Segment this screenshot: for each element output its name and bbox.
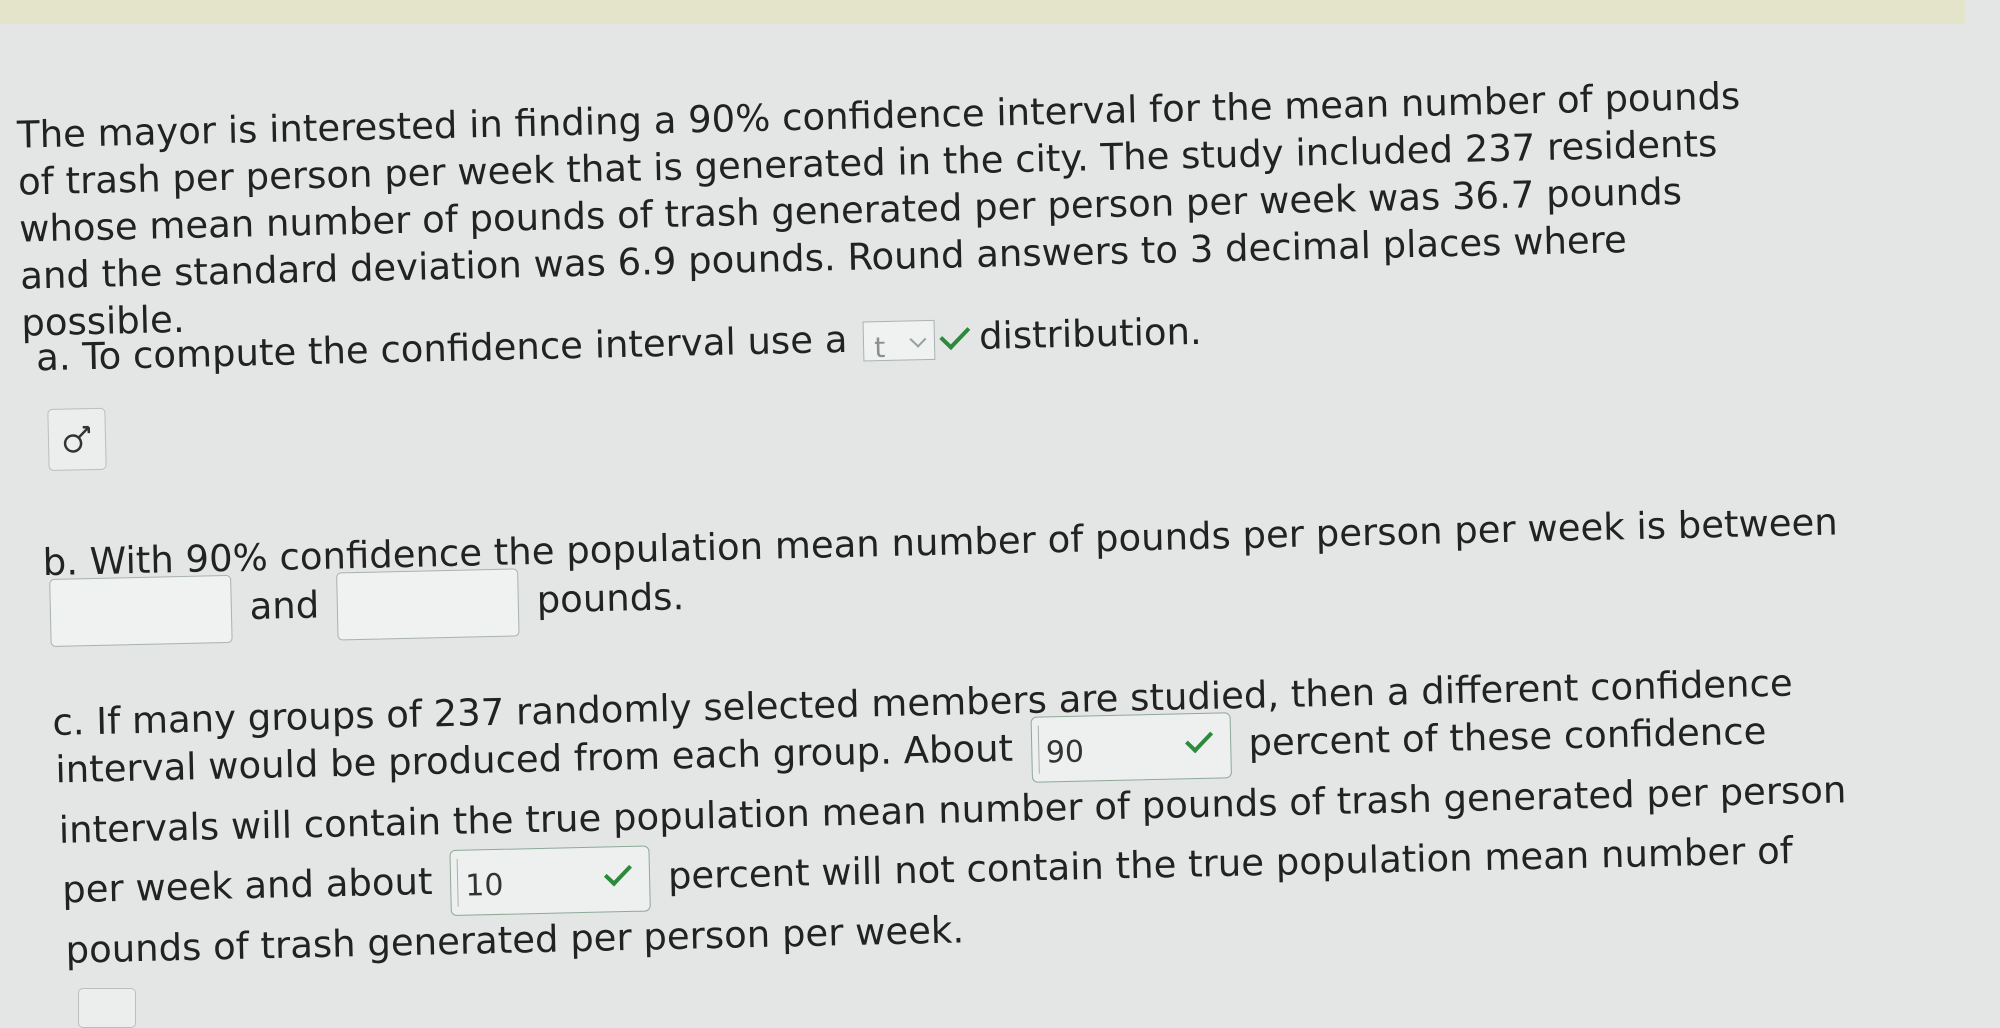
question-intro: The mayor is interested in finding a 90%… — [17, 72, 1762, 346]
part-b-and: and — [249, 583, 320, 628]
input-divider — [457, 859, 459, 907]
part-b-suffix: pounds. — [536, 575, 685, 621]
gender-symbol-button[interactable] — [47, 408, 106, 471]
check-icon — [604, 858, 632, 886]
part-a-suffix: distribution. — [979, 310, 1203, 358]
percent-not-contain-value: 10 — [465, 862, 504, 910]
question-content: The mayor is interested in finding a 90%… — [0, 0, 2000, 1011]
chevron-down-icon — [910, 330, 927, 347]
percent-contain-value: 90 — [1045, 729, 1084, 777]
lower-bound-input[interactable] — [49, 575, 232, 647]
part-b-text: b. With 90% confidence the population me… — [42, 500, 1838, 584]
gender-symbol-icon — [61, 423, 96, 458]
upper-bound-input[interactable] — [336, 568, 519, 640]
part-b-line-2: and pounds. — [43, 565, 685, 648]
gender-symbol-button-2[interactable] — [78, 988, 136, 1028]
part-c-text-4b: percent will not contain the true popula… — [667, 829, 1793, 898]
check-icon — [940, 318, 971, 349]
part-c-text-2b: percent of these confidence — [1248, 710, 1767, 765]
distribution-select-value: t — [874, 324, 886, 371]
percent-contain-input[interactable]: 90 — [1030, 712, 1231, 783]
distribution-select[interactable]: t — [863, 319, 936, 361]
input-divider — [1037, 726, 1039, 774]
part-c-text-2: interval would be produced from each gro… — [55, 727, 1013, 792]
percent-not-contain-input[interactable]: 10 — [449, 845, 650, 916]
part-c-text-4: per week and about — [62, 860, 433, 911]
check-icon — [1185, 725, 1213, 753]
